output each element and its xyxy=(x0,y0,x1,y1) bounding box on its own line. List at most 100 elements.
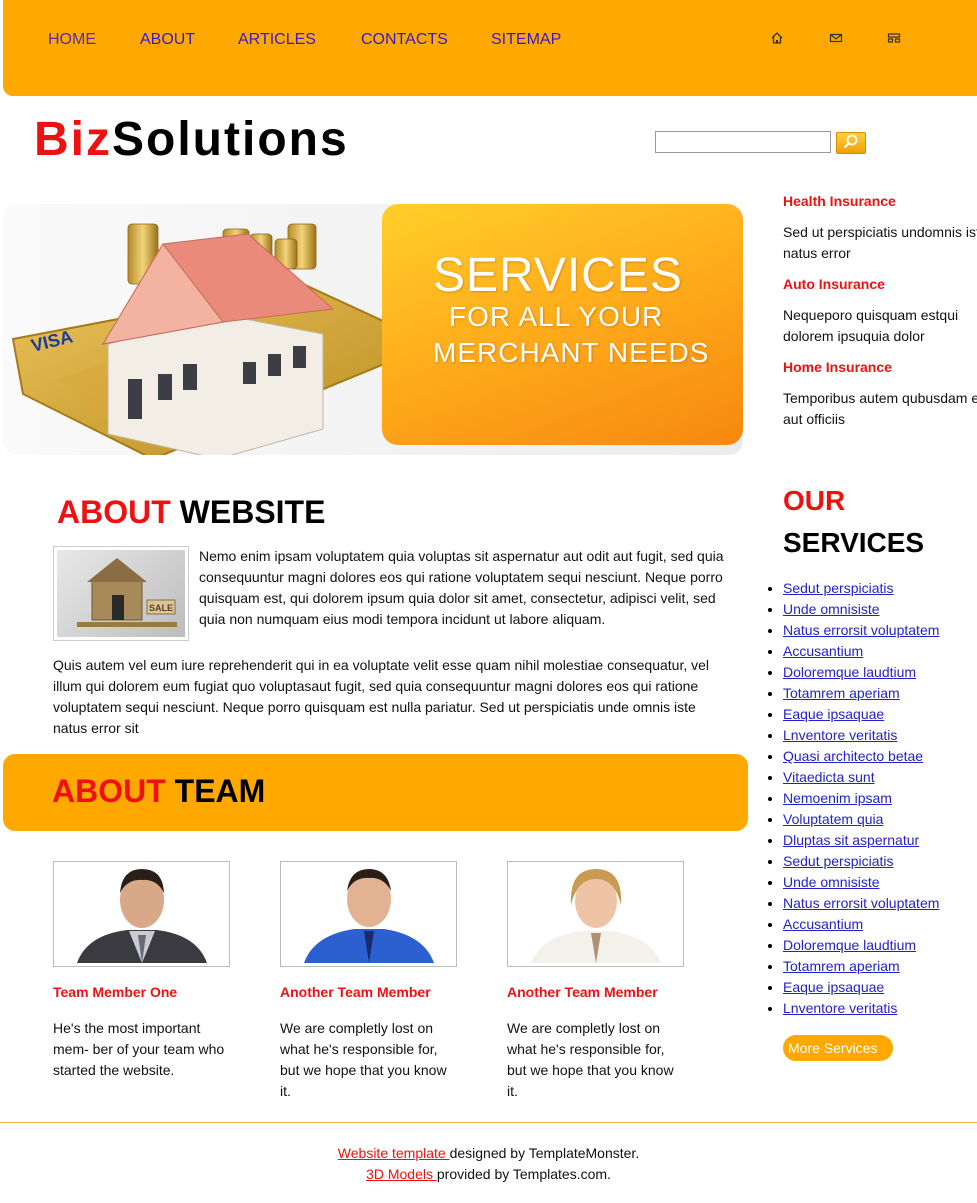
service-item: Totamrem aperiam xyxy=(783,683,939,704)
banner-subtitle-2: MERCHANT NEEDS xyxy=(433,337,710,368)
service-item: Unde omnisiste xyxy=(783,599,939,620)
description-line: it. xyxy=(507,1083,518,1099)
mail-icon[interactable] xyxy=(829,31,843,45)
team-member-portrait xyxy=(304,869,434,963)
description-line: We are completly lost on xyxy=(280,1020,434,1036)
service-item: Accusantium xyxy=(783,641,939,662)
service-link[interactable]: Doloremque laudtium xyxy=(783,664,916,680)
member-description-1: He's the most important mem- ber of your… xyxy=(53,1018,233,1081)
service-link[interactable]: Unde omnisiste xyxy=(783,874,880,890)
heading-black-part: SERVICES xyxy=(783,527,925,558)
description-line: but we hope that you know xyxy=(507,1062,674,1078)
description-line: but we hope that you know xyxy=(280,1062,447,1078)
service-item: Nemoenim ipsam xyxy=(783,788,939,809)
more-services-button[interactable]: More Services xyxy=(783,1035,893,1061)
description-line: He's the most important xyxy=(53,1020,201,1036)
search-input[interactable] xyxy=(655,131,831,153)
team-member-portrait xyxy=(77,869,207,963)
nav-sitemap-link[interactable]: SITEMAP xyxy=(491,31,561,49)
banner-headline-box: SERVICES FOR ALL YOUR MERCHANT NEEDS xyxy=(382,204,743,445)
service-item: Voluptatem quia xyxy=(783,809,939,830)
sitemap-icon[interactable] xyxy=(887,31,901,45)
sidebar-health-insurance-text: Sed ut perspiciatis undomnis iste natus … xyxy=(783,222,977,264)
paragraph-line: Nemo enim ipsam voluptatem quia voluptas… xyxy=(199,548,724,564)
service-link[interactable]: Accusantium xyxy=(783,643,863,659)
service-link[interactable]: Sedut perspiciatis xyxy=(783,580,894,596)
about-thumbnail: SALE xyxy=(53,546,189,641)
our-services-heading: OUR SERVICES xyxy=(783,480,924,564)
service-link[interactable]: Accusantium xyxy=(783,916,863,932)
service-item: Quasi architecto betae xyxy=(783,746,939,767)
service-link[interactable]: Eaque ipsaquae xyxy=(783,706,884,722)
sidebar-auto-insurance-title[interactable]: Auto Insurance xyxy=(783,276,885,292)
member-name-1: Team Member One xyxy=(53,984,178,1000)
service-item: Totamrem aperiam xyxy=(783,956,939,977)
service-link[interactable]: Sedut perspiciatis xyxy=(783,853,894,869)
service-link[interactable]: Nemoenim ipsam xyxy=(783,790,892,806)
home-icon[interactable] xyxy=(770,31,784,45)
sidebar-text-line: Temporibus autem qubusdam et xyxy=(783,390,977,406)
service-link[interactable]: Eaque ipsaquae xyxy=(783,979,884,995)
banner-title: SERVICES xyxy=(433,249,683,302)
service-link[interactable]: Natus errorsit voluptatem xyxy=(783,895,939,911)
service-link[interactable]: Lnventore veritatis xyxy=(783,727,897,743)
heading-black-part: WEBSITE xyxy=(179,494,326,530)
site-logo[interactable]: BizSolutions xyxy=(34,112,349,167)
search-icon xyxy=(842,134,860,153)
service-link[interactable]: Totamrem aperiam xyxy=(783,685,900,701)
footer-line-1: Website template designed by TemplateMon… xyxy=(0,1145,977,1161)
member-name-3: Another Team Member xyxy=(507,984,658,1000)
service-item: Sedut perspiciatis xyxy=(783,851,939,872)
service-link[interactable]: Doloremque laudtium xyxy=(783,937,916,953)
nav-about-link[interactable]: ABOUT xyxy=(140,31,195,49)
sidebar-text-line: natus error xyxy=(783,245,851,261)
house-on-card-illustration: VISA xyxy=(11,223,436,455)
search-button[interactable] xyxy=(836,132,866,154)
sidebar-home-insurance-title[interactable]: Home Insurance xyxy=(783,359,892,375)
service-item: Unde omnisiste xyxy=(783,872,939,893)
footer-text: provided by Templates.com. xyxy=(436,1166,611,1182)
logo-part-solutions: Solutions xyxy=(112,113,349,166)
team-member-portrait xyxy=(531,869,661,963)
service-link[interactable]: Vitaedicta sunt xyxy=(783,769,875,785)
service-link[interactable]: Natus errorsit voluptatem xyxy=(783,622,939,638)
service-link[interactable]: Voluptatem quia xyxy=(783,811,883,827)
service-item: Dluptas sit aspernatur xyxy=(783,830,939,851)
member-name-2: Another Team Member xyxy=(280,984,431,1000)
service-link[interactable]: Lnventore veritatis xyxy=(783,1000,897,1016)
nav-articles-link[interactable]: ARTICLES xyxy=(238,31,316,49)
heading-red-part: ABOUT xyxy=(52,773,166,809)
footer-text: designed by TemplateMonster. xyxy=(449,1145,640,1161)
service-link[interactable]: Unde omnisiste xyxy=(783,601,880,617)
description-line: mem- ber of your team who xyxy=(53,1041,225,1057)
sidebar-text-line: Nequeporo quisquam estqui xyxy=(783,307,959,323)
sidebar-health-insurance-title[interactable]: Health Insurance xyxy=(783,193,896,209)
about-website-paragraph-2: Quis autem vel eum iure reprehenderit qu… xyxy=(53,655,743,739)
paragraph-line: quisquam est, qui dolorem ipsum quia dol… xyxy=(199,590,716,606)
sidebar-auto-insurance-text: Nequeporo quisquam estqui dolorem ipsuqu… xyxy=(783,305,977,347)
nav-home-link[interactable]: HOME xyxy=(48,31,96,49)
service-item: Eaque ipsaquae xyxy=(783,977,939,998)
description-line: started the website. xyxy=(53,1062,175,1078)
service-item: Lnventore veritatis xyxy=(783,725,939,746)
member-description-3: We are completly lost on what he's respo… xyxy=(507,1018,687,1102)
service-link[interactable]: Quasi architecto betae xyxy=(783,748,923,764)
footer-divider xyxy=(0,1122,977,1123)
service-link[interactable]: Dluptas sit aspernatur xyxy=(783,832,919,848)
description-line: it. xyxy=(280,1083,291,1099)
member-photo-2 xyxy=(280,861,457,967)
description-line: what he's responsible for, xyxy=(280,1041,438,1057)
service-item: Vitaedicta sunt xyxy=(783,767,939,788)
nav-contacts-link[interactable]: CONTACTS xyxy=(361,31,448,49)
banner-subtitle-1: FOR ALL YOUR xyxy=(449,301,664,332)
service-item: Doloremque laudtium xyxy=(783,935,939,956)
sidebar-home-insurance-text: Temporibus autem qubusdam et aut officii… xyxy=(783,388,977,430)
service-item: Lnventore veritatis xyxy=(783,998,939,1019)
member-description-2: We are completly lost on what he's respo… xyxy=(280,1018,460,1102)
footer-line-2: 3D Models provided by Templates.com. xyxy=(0,1166,977,1182)
paragraph-line: voluptatem sequi nesciunt. Neque porro q… xyxy=(53,699,696,715)
website-template-link[interactable]: Website template xyxy=(338,1145,450,1161)
3d-models-link[interactable]: 3D Models xyxy=(366,1166,437,1182)
paragraph-line: consequuntur magni dolores eos qui ratio… xyxy=(199,569,723,585)
service-link[interactable]: Totamrem aperiam xyxy=(783,958,900,974)
